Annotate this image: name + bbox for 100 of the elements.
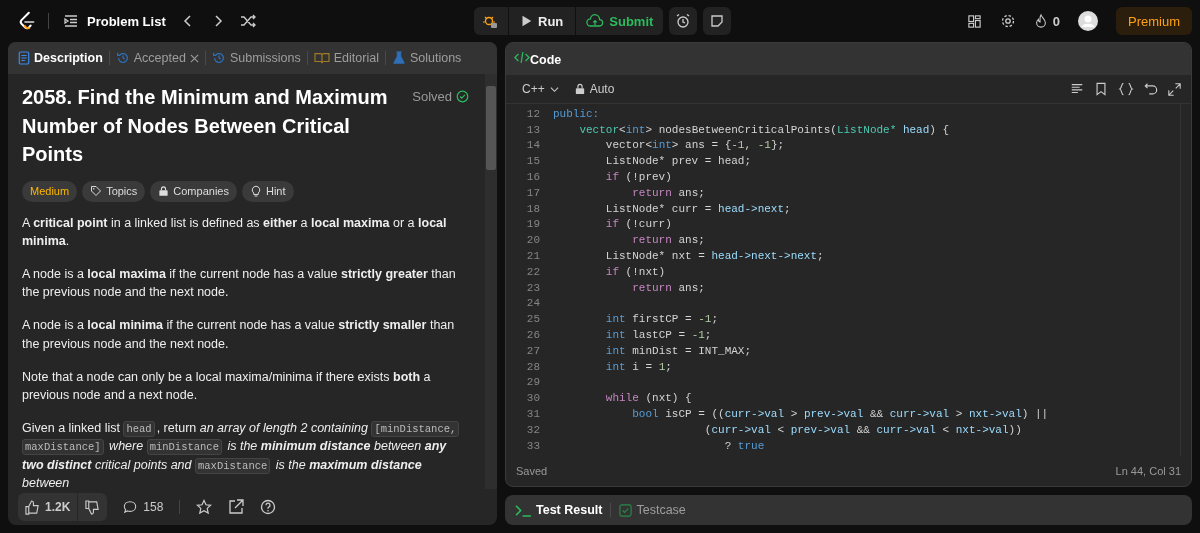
code-icon [514, 51, 530, 64]
share-icon[interactable] [228, 499, 245, 515]
panel-tab[interactable]: Testcase [619, 503, 686, 518]
history-icon [115, 51, 130, 65]
code-line: while (nxt) { [604, 392, 692, 405]
panel-tab[interactable]: Accepted [115, 51, 199, 65]
scrollbar[interactable] [485, 74, 497, 489]
code-line: return ans; [631, 234, 705, 247]
code-line: return ans; [631, 281, 705, 294]
auto-mode-label: Auto [574, 82, 615, 96]
language-dropdown[interactable]: C++ [522, 82, 559, 96]
line-number: 14 [525, 139, 541, 152]
help-icon[interactable] [260, 499, 277, 515]
description-paragraph: Given a linked list head , return an array of length 2 containing [minDistance, maxDistance] where minDistance is the minimum distance between any two distinct critical points and maxDistance is the maximum distance between [22, 419, 469, 489]
expand-icon[interactable] [1168, 82, 1181, 96]
line-number: 33 [525, 439, 541, 452]
code-line: int firstCP = -1; [604, 313, 719, 326]
line-number: 15 [525, 155, 541, 168]
inline-code: maxDistance [195, 457, 271, 474]
panel-tab[interactable]: Submissions [211, 51, 301, 65]
tag-button[interactable]: Companies [150, 180, 237, 202]
description-paragraph: A node is a local maxima if the current node has a value strictly greater than the previous node and the next node. [22, 265, 457, 302]
flask-icon [391, 51, 406, 65]
line-number: 21 [525, 250, 541, 263]
line-number: 12 [525, 107, 541, 120]
book-icon [313, 51, 330, 65]
star-icon[interactable] [196, 499, 213, 515]
line-number: 30 [525, 392, 541, 405]
line-number: 20 [525, 234, 541, 247]
line-number: 13 [525, 123, 541, 136]
panel-tab[interactable]: Test Result [515, 503, 603, 518]
lock-icon [574, 83, 585, 95]
layout-icon[interactable] [966, 13, 982, 29]
avatar-icon[interactable] [1078, 11, 1098, 31]
notes-button[interactable] [703, 7, 732, 35]
thumbs-up-icon [25, 499, 40, 515]
cursor-position: Ln 44, Col 31 [1115, 465, 1181, 478]
code-line: if (!nxt) [604, 265, 666, 278]
code-tab-title: Code [514, 51, 562, 67]
code-line: vector<int> ans = {-1, -1}; [604, 139, 785, 152]
inline-code: maxDistance] [22, 439, 104, 456]
code-line: int i = 1; [604, 360, 672, 373]
tag-button[interactable]: Topics [82, 180, 146, 202]
difficulty-tag[interactable]: Medium [22, 180, 78, 202]
line-number: 32 [525, 423, 541, 436]
description-paragraph: Note that a node can only be a local maxima/minima if there exists both a previous node and a next node. [22, 368, 432, 404]
close-icon[interactable] [189, 53, 199, 63]
flame-icon [1033, 13, 1048, 29]
reset-icon[interactable] [1144, 82, 1158, 96]
problem-list-button[interactable]: Problem List [63, 13, 166, 29]
panel-tab[interactable]: Solutions [391, 51, 462, 65]
code-line: ListNode* nxt = head->next->next; [604, 250, 824, 263]
caret-icon [549, 84, 559, 94]
tag-button[interactable]: Hint [241, 180, 294, 202]
timer-button[interactable] [669, 7, 698, 35]
code-line: int minDist = INT_MAX; [604, 344, 752, 357]
code-line: ListNode* curr = head->next; [604, 202, 791, 215]
problem-title: 2058. Find the Minimum and Maximum Number of Nodes Between Critical Points [22, 85, 389, 167]
inline-code: head [123, 421, 155, 438]
code-line: public: [553, 107, 600, 120]
line-number: 25 [525, 313, 541, 326]
line-number: 23 [525, 281, 541, 294]
bookmark-icon[interactable] [1094, 82, 1108, 96]
description-paragraph: A node is a local minima if the current node has a value strictly smaller than the previous node and the next node. [22, 317, 456, 353]
tag-icon [90, 185, 103, 197]
solved-status: Solved [412, 89, 469, 104]
code-line: (curr->val < prev->val && curr->val < nxt->val)) [703, 423, 1022, 436]
line-number: 17 [525, 186, 541, 199]
braces-icon[interactable] [1118, 82, 1134, 96]
line-number: 18 [525, 202, 541, 215]
inline-code: [minDistance, [371, 421, 460, 438]
line-number: 28 [525, 360, 541, 373]
panel-tab[interactable]: Description [18, 51, 103, 65]
inline-code: minDistance [146, 439, 222, 456]
terminal-icon [515, 503, 532, 517]
list-icon [63, 13, 79, 29]
comments-button[interactable]: 158 [123, 500, 164, 514]
premium-button[interactable]: Premium [1116, 7, 1192, 35]
settings-icon[interactable] [999, 13, 1016, 29]
cloud-upload-icon [586, 13, 605, 29]
history-icon [211, 51, 226, 65]
format-icon[interactable] [1070, 82, 1084, 96]
note-icon [709, 13, 726, 29]
panel-tab[interactable]: Editorial [313, 51, 379, 65]
description-paragraph: A critical point in a linked list is defined as either a local maxima or a local minima. [22, 214, 448, 250]
line-number: 31 [525, 408, 541, 421]
line-number: 27 [525, 344, 541, 357]
code-line: ListNode* prev = head; [604, 155, 752, 168]
shuffle-icon[interactable] [239, 13, 256, 29]
code-line: if (!curr) [604, 218, 672, 231]
line-number: 24 [525, 297, 541, 310]
code-line: ? true [723, 439, 765, 452]
thumbs-down-icon [85, 499, 101, 515]
code-line: if (!prev) [604, 171, 672, 184]
line-number: 29 [525, 376, 541, 389]
streak-counter[interactable]: 0 [1033, 13, 1060, 29]
line-number: 16 [525, 171, 541, 184]
document-icon [18, 51, 30, 65]
submit-button[interactable]: Submit [575, 7, 664, 35]
code-line: vector<int> nodesBetweenCriticalPoints(ListNode* head) { [578, 123, 950, 136]
